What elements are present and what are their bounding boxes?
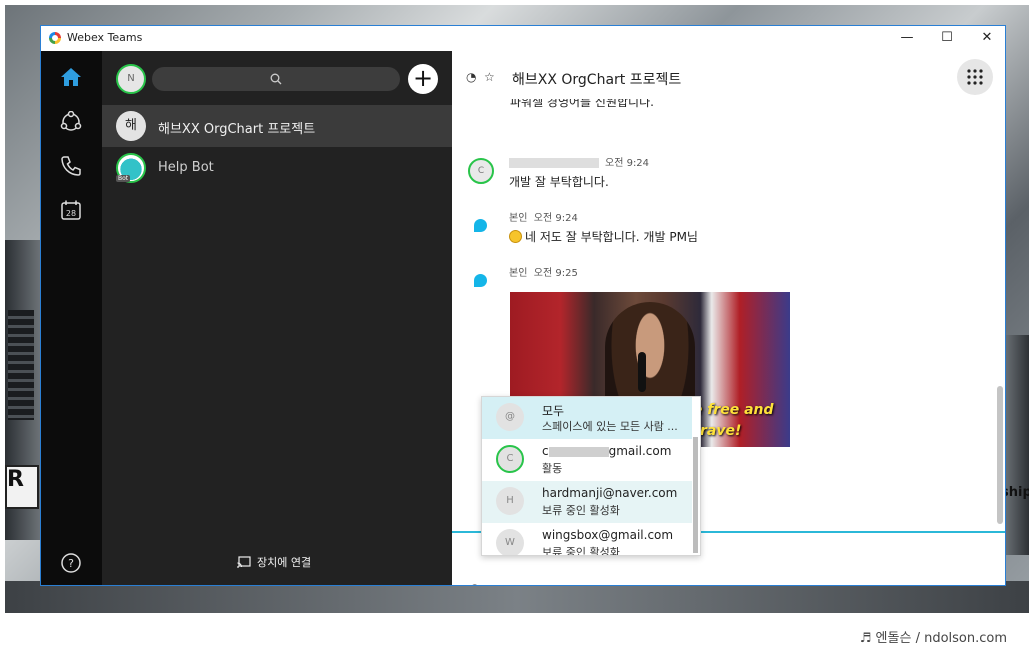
space-header: ◔ ☆ 해브XX OrgChart 프로젝트 — [452, 51, 1005, 103]
smile-emoji-icon — [509, 230, 522, 243]
redacted-sender — [509, 158, 599, 168]
gif-caption: rave! — [700, 423, 742, 439]
message-time: 오전 9:25 — [533, 268, 578, 279]
home-icon[interactable] — [58, 64, 84, 90]
message-time: 오전 9:24 — [533, 213, 578, 224]
teams-icon[interactable] — [58, 109, 84, 135]
calls-icon[interactable] — [58, 153, 84, 179]
message: 본인 오전 9:25 — [452, 264, 972, 294]
mention-sub: 활동 — [542, 462, 563, 475]
connect-device-button[interactable]: 장치에 연결 — [237, 554, 311, 570]
credit-text: ♬ 엔돌슨 / ndolson.com — [859, 631, 1007, 646]
microphone-shape — [638, 352, 646, 392]
message-meta: 오전 9:24 — [509, 154, 649, 169]
app-title: Webex Teams — [67, 31, 143, 44]
message-scrollbar[interactable] — [997, 386, 1003, 524]
user-avatar[interactable]: N — [116, 64, 146, 94]
close-button[interactable]: ✕ — [967, 28, 1005, 48]
car-left-image: R — [5, 240, 40, 540]
message-meta: 본인 오전 9:25 — [509, 264, 578, 279]
message: 본인 오전 9:24 네 저도 잘 부탁합니다. 개발 PM님 — [452, 209, 972, 249]
message-body: 네 저도 잘 부탁합니다. 개발 PM님 — [509, 228, 698, 245]
mention-option[interactable]: W wingsbox@gmail.com 보류 중인 활성화 — [482, 523, 692, 556]
message: C 오전 9:24 개발 잘 부탁합니다. — [452, 154, 972, 194]
calendar-icon[interactable]: 28 — [58, 197, 84, 223]
mention-option-all[interactable]: @ 모두 스페이스에 있는 모든 사람 ... — [482, 397, 692, 439]
mention-sub: 스페이스에 있는 모든 사람 ... — [542, 420, 678, 433]
mention-sub: 보류 중인 활성화 — [542, 504, 620, 517]
bot-badge: Bot — [116, 175, 131, 182]
nav-rail: 28 ? — [41, 51, 102, 585]
mention-name: 모두 — [542, 404, 565, 418]
message-text: 네 저도 잘 부탁합니다. 개발 PM님 — [525, 230, 698, 244]
message-sender: 본인 — [509, 268, 528, 279]
space-name: 해브XX OrgChart 프로젝트 — [158, 122, 316, 137]
help-icon[interactable]: ? — [58, 550, 84, 576]
grid-icon — [967, 69, 983, 85]
message-text: 개발 잘 부탁합니다. — [509, 175, 609, 189]
mention-option[interactable]: C c gmail.com 활동 — [482, 439, 692, 481]
svg-text:?: ? — [68, 557, 74, 570]
sender-avatar: C — [468, 158, 494, 184]
cast-icon — [237, 556, 251, 568]
car-grill — [8, 310, 34, 420]
mention-scrollbar[interactable] — [693, 437, 698, 553]
message-sender: 본인 — [509, 213, 528, 224]
connect-label: 장치에 연결 — [257, 556, 312, 569]
mention-name: c gmail.com — [542, 444, 672, 458]
mention-avatar: W — [496, 529, 524, 555]
search-icon — [270, 73, 282, 85]
webex-logo-icon — [49, 32, 61, 44]
spaces-sidebar: N + 해 해브XX OrgChart 프로젝트 Bot Help Bot 장치… — [102, 51, 452, 585]
message-composer[interactable]: @ — [468, 583, 481, 585]
space-name: Help Bot — [158, 160, 214, 175]
space-avatar: 해 — [116, 111, 146, 141]
calendar-day: 28 — [66, 209, 76, 218]
mention-sub: 보류 중인 활성화 — [542, 546, 620, 556]
space-item[interactable]: 해 해브XX OrgChart 프로젝트 — [102, 105, 452, 147]
message-time: 오전 9:24 — [605, 158, 650, 169]
star-icon[interactable]: ☆ — [484, 70, 495, 84]
redacted-email — [548, 446, 609, 457]
self-avatar-icon — [468, 213, 494, 239]
add-space-button[interactable]: + — [408, 64, 438, 94]
partial-message: 파워셀 경영어를 신원합니다. — [510, 99, 654, 109]
mention-avatar: H — [496, 487, 524, 515]
space-item[interactable]: Bot Help Bot — [102, 147, 452, 189]
search-input[interactable] — [152, 67, 400, 91]
mention-option[interactable]: H hardmanji@naver.com 보류 중인 활성화 — [482, 481, 692, 523]
mention-avatar: C — [496, 445, 524, 473]
minimize-button[interactable]: — — [887, 28, 927, 48]
maximize-button[interactable]: ☐ — [927, 28, 967, 48]
apps-grid-button[interactable] — [957, 59, 993, 95]
titlebar: Webex Teams — ☐ ✕ — [41, 26, 1005, 51]
space-title: 해브XX OrgChart 프로젝트 — [512, 72, 682, 88]
self-avatar-icon — [468, 268, 494, 294]
activity-icon[interactable]: ◔ — [466, 70, 476, 84]
mention-avatar: @ — [496, 403, 524, 431]
message-meta: 본인 오전 9:24 — [509, 209, 578, 224]
mention-dropdown: @ 모두 스페이스에 있는 모든 사람 ... C c gmail.com 활동 … — [481, 396, 701, 556]
mention-name: wingsbox@gmail.com — [542, 528, 674, 542]
car-plate: R — [5, 465, 39, 509]
mention-name: hardmanji@naver.com — [542, 486, 678, 500]
